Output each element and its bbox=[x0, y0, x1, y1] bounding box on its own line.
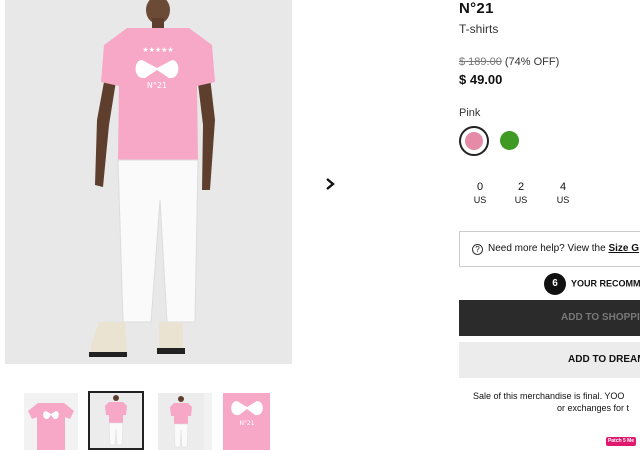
size-help-box: ? Need more help? View the Size G bbox=[459, 231, 640, 267]
size-guide-link[interactable]: Size G bbox=[608, 243, 639, 254]
color-dot-pink bbox=[465, 132, 483, 150]
color-swatch-pink[interactable] bbox=[459, 126, 489, 156]
thumbnail-image: N°21 bbox=[223, 393, 270, 450]
size-unit: US bbox=[514, 195, 528, 205]
shirt-logo: N°21 bbox=[147, 81, 167, 90]
size-option-2[interactable]: 2 US bbox=[509, 181, 533, 205]
question-circle-icon: ? bbox=[472, 244, 483, 255]
discount-label: (74% OFF) bbox=[504, 56, 560, 68]
thumbnail-logo-text: N°21 bbox=[239, 420, 254, 427]
size-number: 2 bbox=[517, 181, 525, 193]
sale-final-note: Sale of this merchandise is final. YOO o… bbox=[473, 390, 640, 414]
thumbnail-model-back[interactable] bbox=[158, 393, 212, 450]
patch-badge[interactable]: Patch 5 Me bbox=[606, 437, 636, 446]
add-to-dream-box-button[interactable]: ADD TO DREAM bbox=[459, 342, 640, 378]
price-original: $ 189.00 bbox=[459, 56, 502, 68]
recommendations-header[interactable]: 6 YOUR RECOMM bbox=[544, 273, 640, 295]
thumbnail-front[interactable] bbox=[24, 393, 78, 450]
size-option-0[interactable]: 0 US bbox=[468, 181, 492, 205]
model-photo: ★★★★★ N°21 bbox=[5, 0, 292, 364]
help-text: Need more help? View the bbox=[488, 243, 609, 254]
add-to-shopping-bag-button[interactable]: ADD TO SHOPPIN bbox=[459, 300, 640, 336]
size-number: 0 bbox=[476, 181, 484, 193]
color-swatch-green[interactable] bbox=[500, 131, 519, 150]
price-original-row: $ 189.00 (74% OFF) bbox=[459, 56, 559, 68]
thumbnail-image bbox=[90, 393, 142, 448]
size-number: 4 bbox=[559, 181, 567, 193]
next-image-arrow[interactable] bbox=[324, 176, 340, 194]
price-current: $ 49.00 bbox=[459, 72, 503, 87]
thumbnail-model-front[interactable] bbox=[88, 391, 144, 450]
recommendation-count-badge: 6 bbox=[544, 273, 566, 295]
sale-note-line1: Sale of this merchandise is final. YOO bbox=[473, 391, 625, 401]
size-unit: US bbox=[473, 195, 487, 205]
chevron-right-icon bbox=[326, 178, 335, 190]
sale-note-line2: or exchanges for t bbox=[557, 403, 630, 413]
recommendation-label: YOUR RECOMM bbox=[571, 278, 640, 289]
color-label: Pink bbox=[459, 107, 481, 119]
thumbnail-image bbox=[28, 403, 74, 450]
size-unit: US bbox=[556, 195, 570, 205]
svg-text:★★★★★: ★★★★★ bbox=[142, 46, 173, 54]
thumbnail-detail[interactable]: N°21 bbox=[223, 393, 270, 450]
main-product-image[interactable]: ★★★★★ N°21 bbox=[5, 0, 292, 364]
thumbnail-image bbox=[158, 393, 204, 450]
product-brand[interactable]: N°21 bbox=[459, 0, 494, 17]
product-category: T-shirts bbox=[459, 22, 499, 36]
size-option-4[interactable]: 4 US bbox=[551, 181, 575, 205]
